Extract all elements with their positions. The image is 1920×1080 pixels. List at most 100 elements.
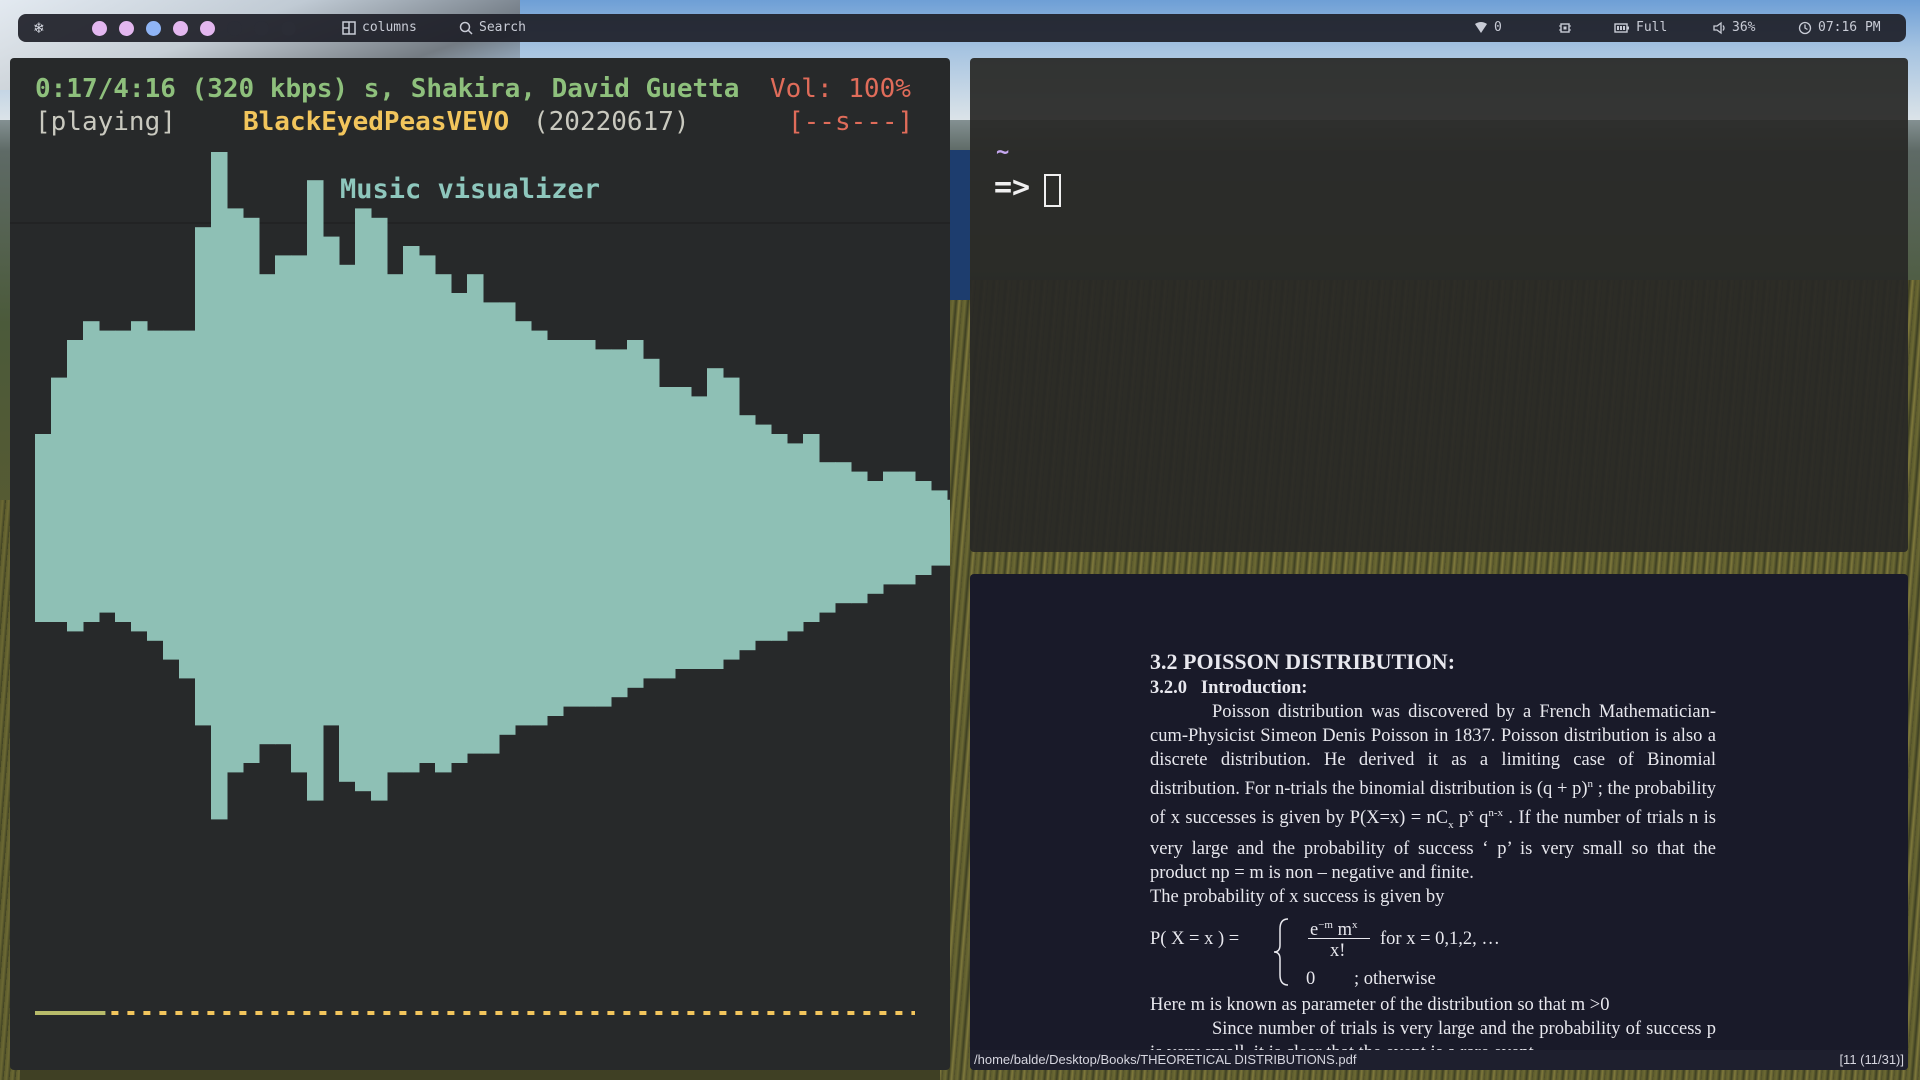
visualizer-bar [915, 481, 932, 575]
audio-visualizer [35, 152, 950, 820]
progress-remaining-dash [703, 1011, 711, 1015]
progress-remaining-dash [799, 1011, 807, 1015]
formula-denominator: x! [1330, 941, 1346, 961]
workspace-dot-1[interactable] [92, 21, 107, 36]
progress-remaining-dash [655, 1011, 663, 1015]
progress-remaining-dash [255, 1011, 263, 1015]
columns-icon [342, 21, 356, 35]
visualizer-bar [259, 274, 276, 745]
progress-remaining-dash [847, 1011, 855, 1015]
visualizer-bar [435, 274, 452, 773]
wifi-indicator[interactable]: 0 [1474, 14, 1502, 42]
workspace-dot-7[interactable] [254, 21, 269, 36]
terminal-window[interactable]: ~ => [970, 58, 1908, 552]
visualizer-bar [627, 340, 644, 688]
progress-remaining-dash [447, 1011, 455, 1015]
progress-remaining-dash [751, 1011, 759, 1015]
workspace-dot-2[interactable] [119, 21, 134, 36]
visualizer-bar [131, 321, 148, 632]
visualizer-bar [707, 368, 724, 669]
workspace-dot-3[interactable] [146, 21, 161, 36]
pdf-page-indicator: [11 (11/31)] [1839, 1052, 1904, 1067]
progress-remaining-dash [431, 1011, 439, 1015]
poisson-formula: P( X = x ) = e−m mx x! for x = 0,1,2, … … [1150, 913, 1716, 993]
progress-remaining-dash [895, 1011, 903, 1015]
progress-fill [35, 1011, 106, 1015]
clock-icon [1798, 21, 1812, 35]
superscript: −m [1318, 919, 1333, 931]
progress-remaining-dash [815, 1011, 823, 1015]
progress-remaining-dash [719, 1011, 727, 1015]
progress-remaining-dash [143, 1011, 151, 1015]
formula-lhs: P( X = x ) = [1150, 929, 1240, 949]
visualizer-bar [947, 499, 950, 566]
visualizer-bar [419, 255, 436, 763]
progress-remaining-dash [767, 1011, 775, 1015]
visualizer-bar [643, 358, 660, 679]
status-bar: ❄ columns Search 0 Full 36% 07:16 PM [18, 14, 1906, 42]
subsection-title: Introduction: [1200, 678, 1308, 698]
visualizer-bar [275, 255, 292, 745]
progress-remaining-dash [639, 1011, 647, 1015]
wifi-label: 0 [1494, 20, 1502, 35]
visualizer-bar [115, 330, 132, 622]
music-player-window[interactable]: 0:17/4:16 (320 kbps) s, Shakira, David G… [10, 58, 950, 1070]
progress-remaining-dash [303, 1011, 311, 1015]
visualizer-bar [195, 227, 212, 726]
visualizer-bar [483, 302, 500, 754]
terminal-cwd: ~ [996, 140, 1010, 165]
clock[interactable]: 07:16 PM [1798, 14, 1881, 42]
visualizer-bar [835, 462, 852, 604]
progress-remaining-dash [271, 1011, 279, 1015]
workspace-dot-4[interactable] [173, 21, 188, 36]
visualizer-bar [531, 330, 548, 726]
progress-remaining-dash [623, 1011, 631, 1015]
visualizer-bar [803, 434, 820, 622]
layout-indicator[interactable]: columns [342, 14, 417, 42]
battery-icon [1614, 23, 1629, 33]
visualizer-bar [755, 424, 772, 641]
progress-remaining-dash [591, 1011, 599, 1015]
progress-remaining-dash [687, 1011, 695, 1015]
workspace-dot-5[interactable] [200, 21, 215, 36]
terminal-cursor[interactable] [1044, 174, 1061, 207]
search-button[interactable]: Search [459, 14, 526, 42]
pdf-viewer-window[interactable]: 3.2 POISSON DISTRIBUTION: 3.2.0 Introduc… [970, 574, 1908, 1070]
section-heading: 3.2 POISSON DISTRIBUTION: [1150, 649, 1456, 674]
progress-remaining-dash [287, 1011, 295, 1015]
progress-remaining-dash [479, 1011, 487, 1015]
playback-progress-bar[interactable] [35, 1010, 915, 1016]
visualizer-bar [819, 462, 836, 613]
progress-remaining-dash [239, 1011, 247, 1015]
progress-remaining-dash [399, 1011, 407, 1015]
nix-snowflake-icon[interactable]: ❄ [34, 18, 44, 37]
paragraph-text: q [1473, 808, 1489, 829]
volume-label: 36% [1732, 20, 1756, 35]
progress-remaining-dash [495, 1011, 503, 1015]
visualizer-bar [307, 180, 324, 801]
pdf-file-path: /home/balde/Desktop/Books/THEORETICAL DI… [974, 1052, 1357, 1067]
volume-indicator[interactable]: 36% [1712, 14, 1755, 42]
progress-remaining-dash [735, 1011, 743, 1015]
progress-remaining-dash [527, 1011, 535, 1015]
battery-indicator[interactable]: Full [1614, 14, 1667, 42]
cpu-indicator[interactable] [1558, 14, 1572, 42]
paragraph-text: p [1453, 808, 1469, 829]
progress-remaining-dash [511, 1011, 519, 1015]
progress-remaining-dash [127, 1011, 135, 1015]
clock-label: 07:16 PM [1818, 20, 1881, 35]
progress-remaining-dash [783, 1011, 791, 1015]
visualizer-bar [35, 434, 52, 622]
visualizer-bar [163, 330, 180, 660]
pdf-status-bar: /home/balde/Desktop/Books/THEORETICAL DI… [970, 1050, 1908, 1070]
workspace-dot-8[interactable] [281, 21, 296, 36]
workspace-dot-6[interactable] [227, 21, 242, 36]
terminal-prompt: => [994, 170, 1031, 205]
visualizer-bar [883, 471, 900, 585]
visualizer-bar [659, 387, 676, 679]
visualizer-bar [243, 217, 260, 764]
paragraph-intro: Poisson distribution was discovered by a… [1150, 700, 1716, 885]
visualizer-bar [771, 434, 788, 641]
progress-remaining-dash [463, 1011, 471, 1015]
paragraph-probability: The probability of x success is given by [1150, 887, 1445, 907]
